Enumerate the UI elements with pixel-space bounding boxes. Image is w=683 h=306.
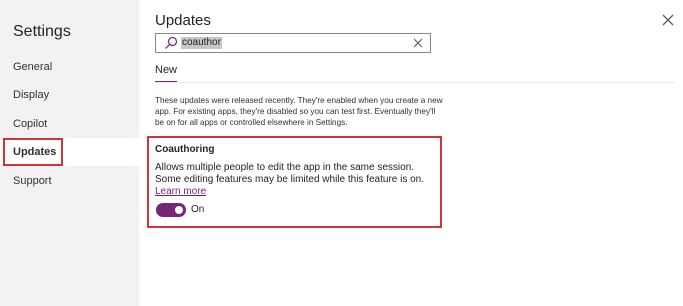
updates-description: These updates were released recently. Th… [155, 96, 443, 127]
learn-more-link[interactable]: Learn more [155, 186, 206, 198]
feature-title: Coauthoring [155, 144, 215, 155]
page-title: Updates [155, 12, 211, 29]
sidebar-item-label: Support [13, 175, 52, 187]
clear-search-icon[interactable] [412, 37, 424, 49]
search-input[interactable]: coauthor [155, 33, 431, 53]
sidebar-item-label: Updates [13, 146, 57, 158]
close-button[interactable] [660, 12, 676, 28]
close-icon [662, 14, 674, 26]
search-icon [165, 36, 178, 49]
sidebar-item-general[interactable]: General [0, 53, 139, 81]
coauthoring-toggle[interactable] [156, 203, 186, 217]
settings-sidebar: Settings General Display Copilot Updates… [0, 0, 139, 306]
toggle-knob [175, 206, 183, 214]
sidebar-item-updates[interactable]: Updates [0, 138, 139, 166]
tab-label: New [155, 64, 178, 76]
tab-new[interactable]: New [155, 64, 177, 84]
feature-description: Allows multiple people to edit the app i… [155, 162, 425, 185]
sidebar-item-label: Copilot [13, 118, 48, 130]
sidebar-title: Settings [13, 23, 71, 40]
sidebar-item-display[interactable]: Display [0, 81, 139, 109]
sidebar-item-label: General [13, 61, 53, 73]
toggle-state-label: On [191, 204, 205, 215]
sidebar-item-support[interactable]: Support [0, 167, 139, 195]
sidebar-item-label: Display [13, 89, 50, 101]
search-value: coauthor [181, 37, 222, 49]
tab-divider [155, 82, 675, 83]
sidebar-item-copilot[interactable]: Copilot [0, 110, 139, 138]
